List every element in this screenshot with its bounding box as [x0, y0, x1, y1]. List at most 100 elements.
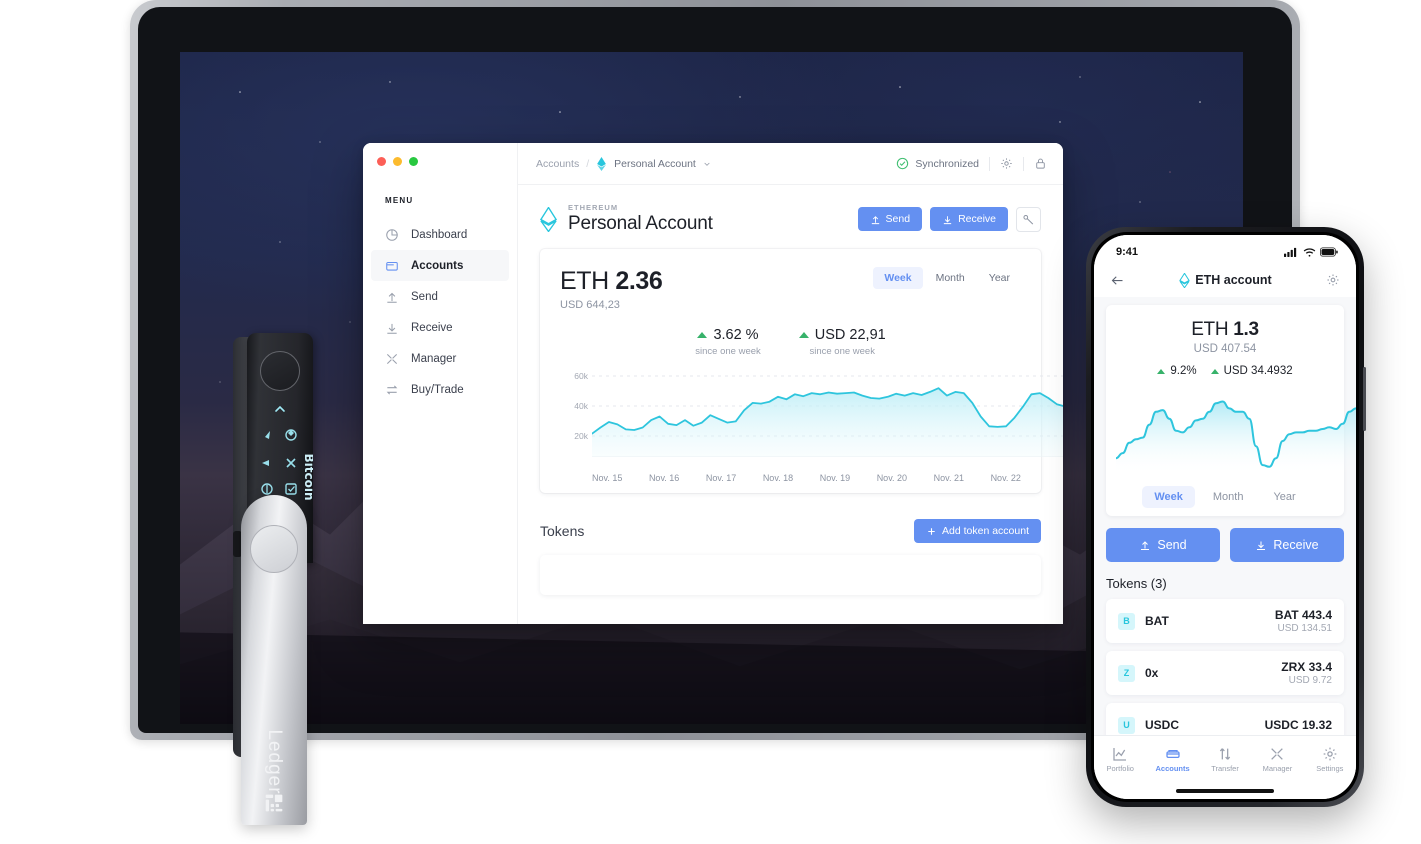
token-identity: Z 0x — [1118, 664, 1158, 682]
account-currency-label: ETHEREUM — [568, 203, 619, 212]
token-badge-icon: B — [1118, 612, 1135, 630]
product-hero-scene: MENU Dashboard Accounts Send Receive Man… — [0, 0, 1421, 844]
phone-bezel: 9:41 ETH account ETH 1.3 USD 407.54 9.2%… — [1091, 232, 1359, 802]
phone-range-tab-week[interactable]: Week — [1142, 486, 1195, 508]
chart-line-icon — [1113, 748, 1127, 761]
tab-transfer[interactable]: Transfer — [1199, 746, 1251, 773]
triangle-up-icon — [1210, 368, 1219, 374]
phone-range-selector: Week Month Year — [1116, 486, 1334, 508]
tab-portfolio[interactable]: Portfolio — [1094, 746, 1146, 773]
phone-nav-bar: ETH account — [1094, 263, 1356, 297]
gear-icon[interactable] — [1326, 273, 1340, 287]
tab-settings[interactable]: Settings — [1304, 746, 1356, 773]
breadcrumb: Accounts / Personal Account — [536, 156, 711, 171]
chart-plot-area — [592, 375, 1063, 457]
close-window-button[interactable] — [377, 157, 386, 166]
token-identity: B BAT — [1118, 612, 1169, 630]
range-tab-year[interactable]: Year — [978, 267, 1021, 289]
send-button[interactable]: Send — [857, 207, 923, 231]
range-tab-month[interactable]: Month — [925, 267, 976, 289]
tab-manager[interactable]: Manager — [1251, 746, 1303, 773]
arrow-down-icon — [387, 323, 397, 334]
phone-screen-title: ETH account — [1179, 272, 1272, 288]
token-name: USDC — [1145, 718, 1180, 732]
status-time: 9:41 — [1116, 246, 1139, 258]
receive-button[interactable]: Receive — [930, 207, 1008, 231]
chart-x-axis: Nov. 15 Nov. 16 Nov. 17 Nov. 18 Nov. 19 … — [592, 473, 1021, 483]
phone-power-button[interactable] — [1363, 367, 1366, 431]
ethereum-icon — [540, 206, 557, 232]
crypto-icon-4 — [286, 458, 296, 468]
x-tick-label: Nov. 21 — [933, 473, 964, 483]
sidebar-item-send[interactable]: Send — [371, 281, 509, 312]
topbar: Accounts / Personal Account Synchronized — [518, 143, 1063, 185]
phone-send-button[interactable]: Send — [1106, 528, 1220, 562]
token-row-usdc[interactable]: U USDC USDC 19.32 — [1106, 703, 1344, 735]
exchange-icon — [386, 385, 398, 394]
phone-tab-bar: Portfolio Accounts Transfer Manager Sett… — [1094, 735, 1356, 783]
sidebar-item-buy-trade[interactable]: Buy/Trade — [371, 374, 509, 405]
nano-button[interactable] — [260, 351, 300, 391]
token-row-bat[interactable]: B BAT BAT 443.4 USD 134.51 — [1106, 599, 1344, 643]
plus-icon — [928, 527, 935, 535]
range-tab-week[interactable]: Week — [873, 267, 923, 289]
tab-accounts[interactable]: Accounts — [1146, 746, 1198, 773]
crypto-icon-6 — [285, 483, 297, 495]
window-traffic-lights[interactable] — [363, 143, 517, 166]
tab-label: Transfer — [1211, 764, 1239, 773]
content: ETHEREUM Personal Account Send Receive E… — [518, 185, 1063, 624]
phone-content: ETH 1.3 USD 407.54 9.2% USD 34.4932 Week… — [1094, 297, 1356, 735]
nano-ring — [250, 525, 298, 573]
divider — [989, 156, 990, 171]
delta-percent: 3.62 % since one week — [695, 327, 760, 357]
delta-group: 3.62 % since one week USD 22,91 since on… — [560, 327, 1021, 357]
sidebar-item-receive[interactable]: Receive — [371, 312, 509, 343]
minimize-window-button[interactable] — [393, 157, 402, 166]
up-down-arrows-icon — [1219, 748, 1231, 760]
x-tick-label: Nov. 22 — [990, 473, 1021, 483]
sync-status: Synchronized — [896, 157, 979, 170]
account-settings-button[interactable] — [1016, 206, 1041, 232]
breadcrumb-current[interactable]: Personal Account — [614, 158, 696, 170]
sidebar-item-label: Buy/Trade — [411, 383, 464, 396]
wrench-icon — [1023, 214, 1034, 224]
add-token-account-button[interactable]: Add token account — [914, 519, 1041, 543]
arrow-up-icon — [1141, 541, 1150, 550]
phone-balance-chart — [1115, 400, 1356, 475]
ethereum-icon — [597, 156, 606, 171]
sync-status-label: Synchronized — [915, 157, 979, 170]
phone-range-tab-year[interactable]: Year — [1261, 486, 1307, 508]
token-name: BAT — [1145, 614, 1169, 628]
signal-icon — [1284, 247, 1297, 257]
gear-icon[interactable] — [1000, 157, 1013, 170]
receive-button-label: Receive — [958, 213, 996, 225]
phone-range-tab-month[interactable]: Month — [1201, 486, 1256, 508]
token-list-row-partial[interactable] — [540, 555, 1041, 595]
divider — [1023, 156, 1024, 171]
sidebar-item-dashboard[interactable]: Dashboard — [371, 219, 509, 250]
ledger-live-window: MENU Dashboard Accounts Send Receive Man… — [363, 143, 1063, 624]
x-tick-label: Nov. 20 — [876, 473, 908, 483]
delta-fiat-caption: since one week — [809, 346, 875, 357]
sidebar-item-accounts[interactable]: Accounts — [371, 250, 509, 281]
sidebar-item-manager[interactable]: Manager — [371, 343, 509, 374]
maximize-window-button[interactable] — [409, 157, 418, 166]
ledger-nano-device: Bitcoin Ledger — [231, 333, 321, 833]
lock-icon[interactable] — [1034, 157, 1047, 170]
phone-receive-label: Receive — [1273, 538, 1319, 552]
x-tick-label: Nov. 18 — [762, 473, 794, 483]
sidebar-item-label: Receive — [411, 321, 453, 334]
phone-balance-unit: ETH — [1191, 319, 1234, 340]
arrow-up-icon — [871, 215, 879, 224]
tab-label: Manager — [1262, 764, 1293, 773]
delta-fiat-value: USD 22,91 — [814, 327, 886, 343]
phone-balance-value: 1.3 — [1233, 319, 1259, 340]
chart-y-axis: 60k 40k 20k — [560, 371, 588, 457]
phone-balance-fiat: USD 407.54 — [1193, 343, 1257, 355]
phone-receive-button[interactable]: Receive — [1230, 528, 1344, 562]
balance-fiat: USD 644,23 — [560, 299, 620, 311]
breadcrumb-accounts[interactable]: Accounts — [536, 158, 579, 170]
token-row-0x[interactable]: Z 0x ZRX 33.4 USD 9.72 — [1106, 651, 1344, 695]
chevron-down-icon[interactable] — [703, 160, 711, 168]
back-arrow-icon[interactable] — [1110, 273, 1125, 288]
